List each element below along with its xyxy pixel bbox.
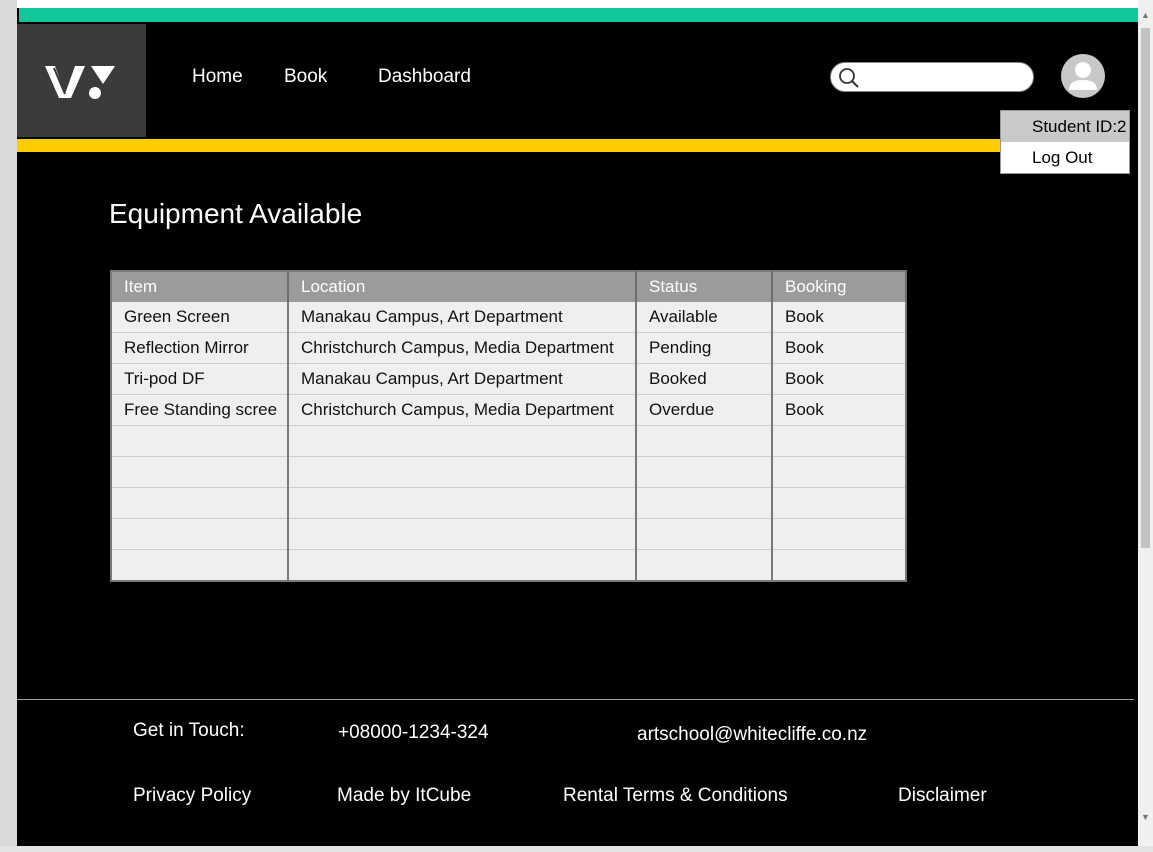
user-menu-dropdown: Student ID:2 Log Out [1000, 110, 1130, 174]
footer-link-made-by[interactable]: Made by ItCube [337, 785, 471, 807]
nav-book[interactable]: Book [284, 66, 327, 88]
cell-location: Christchurch Campus, Media Department [288, 394, 637, 426]
cell-item: Free Standing scree [111, 394, 289, 426]
menu-item-student-id[interactable]: Student ID:2 [1001, 111, 1129, 142]
empty-table-row [111, 549, 907, 581]
equipment-table: Item Location Status Booking Green Scree… [110, 270, 907, 582]
table-row: Free Standing scree Christchurch Campus,… [111, 394, 907, 426]
empty-table-row [111, 456, 907, 488]
empty-table-row [111, 487, 907, 519]
search-bar[interactable] [830, 62, 1034, 92]
search-input[interactable] [865, 66, 1029, 88]
cell-location: Christchurch Campus, Media Department [288, 332, 637, 364]
cell-location: Manakau Campus, Art Department [288, 363, 637, 395]
footer-divider [17, 699, 1134, 700]
scroll-up-icon[interactable]: ▲ [1138, 8, 1153, 22]
cell-location: Manakau Campus, Art Department [288, 302, 637, 333]
scroll-down-icon[interactable]: ▼ [1138, 810, 1153, 824]
accent-bar-yellow [17, 139, 1121, 152]
cell-item: Green Screen [111, 302, 289, 333]
table-row: Tri-pod DF Manakau Campus, Art Departmen… [111, 363, 907, 395]
table-row: Green Screen Manakau Campus, Art Departm… [111, 302, 907, 333]
horizontal-scrollbar[interactable] [0, 846, 1153, 852]
table-header-row: Item Location Status Booking [111, 271, 907, 302]
cell-item: Reflection Mirror [111, 332, 289, 364]
cell-status: Available [636, 302, 773, 333]
search-icon [839, 68, 859, 88]
column-header-booking: Booking [772, 271, 907, 302]
user-avatar[interactable] [1061, 54, 1105, 98]
user-avatar-icon [1069, 62, 1097, 90]
top-accent-bar [19, 8, 1138, 22]
page-title: Equipment Available [109, 198, 363, 229]
table-row: Reflection Mirror Christchurch Campus, M… [111, 332, 907, 364]
cell-status: Overdue [636, 394, 773, 426]
footer-link-rental-terms[interactable]: Rental Terms & Conditions [563, 785, 788, 807]
column-header-item: Item [111, 271, 289, 302]
book-link[interactable]: Book [772, 332, 907, 364]
menu-item-log-out[interactable]: Log Out [1001, 142, 1129, 173]
book-link[interactable]: Book [772, 363, 907, 395]
vertical-scrollbar[interactable]: ▲ ▼ [1138, 8, 1153, 824]
footer-link-disclaimer[interactable]: Disclaimer [898, 785, 987, 807]
scroll-thumb[interactable] [1141, 28, 1150, 548]
book-link[interactable]: Book [772, 302, 907, 333]
page-canvas: Home Book Dashboard Student ID:2 Log Out… [17, 8, 1138, 846]
footer-phone[interactable]: +08000-1234-324 [338, 722, 489, 744]
nav-home[interactable]: Home [192, 66, 243, 88]
footer-link-privacy-policy[interactable]: Privacy Policy [133, 785, 251, 807]
site-logo[interactable] [17, 24, 146, 137]
cell-status: Booked [636, 363, 773, 395]
footer-contact-label: Get in Touch: [133, 720, 245, 741]
nav-dashboard[interactable]: Dashboard [378, 66, 471, 88]
column-header-location: Location [288, 271, 637, 302]
cell-item: Tri-pod DF [111, 363, 289, 395]
column-header-status: Status [636, 271, 773, 302]
book-link[interactable]: Book [772, 394, 907, 426]
logo-icon [45, 66, 115, 99]
editor-ruler [0, 0, 18, 846]
empty-table-row [111, 425, 907, 457]
editor-top-strip [17, 0, 1138, 8]
cell-status: Pending [636, 332, 773, 364]
footer-email[interactable]: artschool@whitecliffe.co.nz [637, 724, 867, 746]
empty-table-row [111, 518, 907, 550]
